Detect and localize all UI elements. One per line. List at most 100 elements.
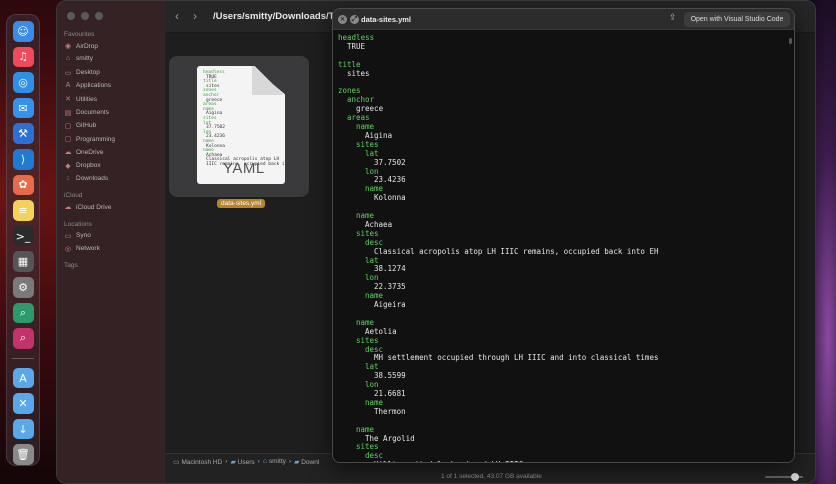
vscode-app-icon[interactable]: ⟩	[12, 148, 34, 170]
path-separator: ›	[257, 458, 260, 465]
yaml-key: sites	[356, 228, 379, 238]
terminal-app-icon[interactable]: >_	[12, 225, 34, 247]
file-name-label[interactable]: data-sites.yml	[217, 199, 266, 208]
sidebar-item-syno[interactable]: ▭ Syno	[64, 232, 91, 240]
quick-look-title: data-sites.yml	[361, 15, 412, 24]
sidebar-item-label: Programming	[76, 135, 116, 143]
forward-button[interactable]: ›	[193, 9, 197, 23]
sidebar-item-utilities[interactable]: ✕ Utilities	[64, 95, 97, 104]
downloads-folder-stack[interactable]: ↓	[12, 418, 34, 440]
system-settings-icon: ⚙	[18, 280, 28, 294]
yaml-key: name	[365, 397, 384, 407]
close-window-button[interactable]	[67, 12, 75, 20]
sidebar-item-applications[interactable]: A Applications	[64, 82, 111, 89]
sidebar-item-onedrive[interactable]: ☁ OneDrive	[64, 148, 104, 157]
path-segment-smitty[interactable]: ⌂ smitty	[263, 458, 286, 465]
yaml-value: 22.3735	[374, 282, 406, 292]
yaml-value: 37.7502	[374, 157, 406, 167]
yaml-key: areas	[347, 113, 370, 123]
fullscreen-icon[interactable]: ⤢	[350, 15, 359, 24]
sidebar-item-documents[interactable]: ▤ Documents	[64, 109, 109, 117]
close-icon[interactable]: ×	[338, 15, 347, 24]
folder-icon: ▭	[173, 458, 180, 466]
syno-icon: ▭	[64, 232, 72, 240]
open-with-button[interactable]: Open with Visual Studio Code	[684, 12, 790, 27]
icon-size-slider-knob[interactable]	[791, 473, 799, 481]
yaml-value: TRUE	[347, 41, 366, 51]
sidebar-item-dropbox[interactable]: ◆ Dropbox	[64, 162, 100, 170]
yaml-value: sites	[347, 68, 370, 78]
back-button[interactable]: ‹	[175, 9, 179, 23]
zoom-app-1-app-icon[interactable]: ⌕	[12, 302, 34, 324]
mail-app-icon[interactable]: ✉	[12, 97, 34, 119]
path-segment-downl[interactable]: ▰ Downl	[294, 458, 319, 466]
smitty-icon: ⌂	[65, 55, 71, 63]
dropbox-icon: ◆	[65, 162, 71, 170]
path-separator: ›	[288, 458, 291, 465]
xcode-app-icon[interactable]: ⚒	[12, 123, 34, 144]
sidebar-section-tags: Tags	[64, 262, 78, 270]
applications-folder-stack[interactable]: A	[12, 367, 34, 389]
sidebar-item-airdrop[interactable]: ◉ AirDrop	[64, 42, 99, 51]
system-settings-app-icon[interactable]: ⚙	[12, 276, 34, 298]
sidebar-item-github[interactable]: ▢ GitHub	[64, 122, 97, 130]
preview-scrollbar[interactable]	[789, 38, 792, 44]
photos-app-icon[interactable]: ✿	[12, 174, 34, 196]
zoom-app-2-app-icon[interactable]: ⌕	[12, 328, 34, 349]
code-preview[interactable]: headless TRUE title sites zones anchor greece a…	[333, 30, 794, 462]
yaml-value: 21.6681	[374, 389, 406, 398]
file-icon-tile[interactable]: headless TRUE title sites zones anchor greece a…	[169, 56, 309, 197]
sidebar-item-icloud-drive[interactable]: ☁ iCloud Drive	[64, 203, 112, 212]
yaml-key: lat	[365, 255, 379, 265]
sidebar-item-label: Syno	[76, 232, 91, 240]
yaml-value: Thermon	[374, 406, 406, 416]
yaml-key: sites	[356, 442, 379, 452]
folder-icon: ⌂	[262, 458, 268, 465]
sidebar-item-downloads[interactable]: ↓ Downloads	[64, 175, 108, 182]
trash-stack[interactable]: 🗑	[12, 444, 34, 466]
sidebar-section-favourites: Favourites	[64, 31, 95, 38]
sidebar-item-label: GitHub	[76, 122, 97, 130]
zoom-window-button[interactable]	[95, 12, 103, 20]
yaml-key: zones	[338, 86, 361, 96]
yaml-value: MH settlement occupied through LH IIIC a…	[374, 353, 659, 363]
minimize-window-button[interactable]	[81, 12, 89, 20]
applications-icon: A	[65, 81, 71, 89]
music-app-icon[interactable]: ♫	[12, 46, 34, 68]
github-icon: ▢	[64, 122, 72, 130]
sidebar-item-programming[interactable]: ▢ Programming	[64, 135, 116, 144]
finder-app-icon[interactable]: ☺	[12, 21, 34, 42]
path-segment-label: Macintosh HD	[181, 458, 223, 466]
safari-app-icon[interactable]: ◎	[12, 72, 34, 93]
dock-separator	[12, 357, 34, 359]
path-segment-users[interactable]: ▰ Users	[230, 458, 254, 466]
sidebar-item-desktop[interactable]: ▭ Desktop	[64, 69, 100, 77]
mail-icon: ✉	[18, 101, 28, 115]
tools-folder-icon: ✕	[18, 397, 28, 411]
path-segment-label: Users	[237, 458, 255, 466]
yaml-key: anchor	[347, 95, 375, 105]
notes-app-icon[interactable]: ≡	[12, 200, 34, 221]
sidebar-item-network[interactable]: ◎ Network	[64, 245, 100, 253]
downloads-icon: ↓	[66, 175, 70, 182]
path-separator: ›	[225, 458, 228, 465]
share-icon[interactable]: ⇪	[669, 13, 677, 23]
terminal-icon: >_	[15, 229, 31, 243]
sidebar-item-smitty[interactable]: ⌂ smitty	[64, 55, 93, 62]
sidebar-item-label: AirDrop	[76, 42, 99, 50]
yaml-value: Hilltop citadel abandoned LH IIIC	[374, 460, 523, 462]
sidebar-item-label: iCloud Drive	[76, 203, 112, 211]
yaml-value: 38.1274	[374, 264, 406, 274]
calculator-app-icon[interactable]: ▦	[12, 251, 34, 272]
tools-folder-stack[interactable]: ✕	[12, 393, 34, 414]
yaml-badge: YAML	[223, 160, 265, 177]
path-segment-macintosh-hd[interactable]: ▭ Macintosh HD	[173, 458, 222, 466]
status-bar: 1 of 1 selected, 43.07 GB available	[165, 469, 815, 483]
yaml-value: Aigina	[365, 130, 393, 140]
yaml-value: 38.5599	[374, 371, 406, 381]
window-controls	[67, 12, 103, 20]
yaml-key: name	[356, 211, 375, 220]
yaml-key: lat	[365, 148, 379, 158]
notes-icon: ≡	[18, 203, 28, 217]
document-fold	[252, 66, 286, 95]
